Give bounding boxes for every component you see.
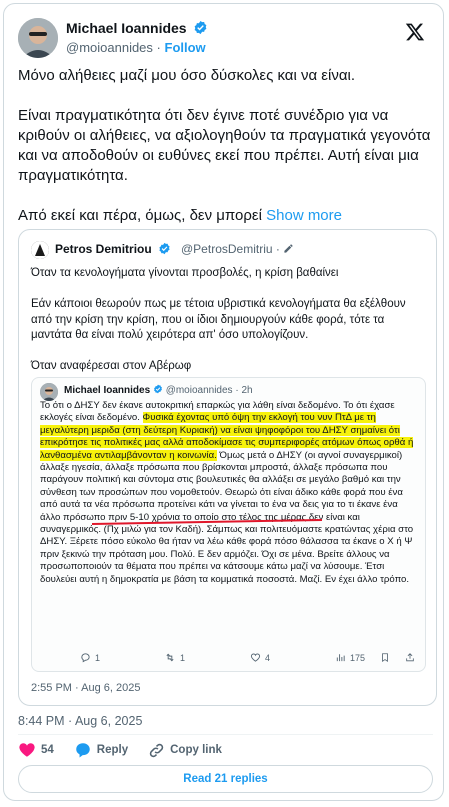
inner-author-name: Michael Ioannides [64,385,151,396]
author-handle-line: @moioannides · Follow [66,40,206,55]
inner-like-count: 4 [265,652,271,663]
inner-author-line: Michael Ioannides @moioannides · 2h [64,384,253,396]
tweet-card: Michael Ioannides @moioannides · Follow … [3,3,444,801]
quote-timestamp[interactable]: 2:55 PM · Aug 6, 2025 [31,682,140,694]
copy-link-label: Copy link [170,744,222,756]
inner-bookmark-action [380,652,390,663]
inner-like-action: 4 [250,652,270,663]
tweet-timestamp[interactable]: 8:44 PM · Aug 6, 2025 [18,714,142,728]
author-name-text[interactable]: Michael Ioannides [66,20,187,36]
author-name[interactable]: Michael Ioannides [66,20,208,36]
follow-button[interactable]: Follow [165,40,206,55]
quote-author-name-text[interactable]: Petros Demitriou [55,242,152,256]
inner-views-count: 175 [350,652,366,663]
inner-post-age: · 2h [235,385,253,396]
quoted-tweet[interactable]: Petros Demitriou @PetrosDemitriu · Όταν … [18,229,437,706]
heart-icon [250,653,261,662]
share-icon [406,653,414,662]
copy-link-button[interactable]: Copy link [148,742,222,759]
author-handle[interactable]: @moioannides [66,40,153,55]
show-more-link[interactable]: Show more [266,207,342,224]
tweet-paragraph: Μόνο αλήθειες μαζί μου όσο δύσκολες και … [18,67,355,84]
verified-badge-icon [195,20,207,35]
quote-paragraph: Εάν κάποιοι θεωρούν πως με τέτοια υβριστ… [31,298,406,341]
inner-reply-count: 1 [95,652,101,663]
reply-button[interactable]: Reply [74,741,128,759]
inner-share-action [405,652,415,663]
inner-repost-count: 1 [180,652,186,663]
heart-filled-icon [19,743,35,757]
bookmark-icon [382,653,388,663]
x-logo-icon[interactable] [405,22,425,42]
reply-filled-icon [76,743,90,758]
quote-paragraph: Όταν αναφέρεσαι στον Αβέρωφ [31,360,192,372]
inner-views-action: 175 [335,652,365,663]
inner-text-plain: Όμως μετά ο ΔΗΣΥ (οι αγνοί συναγερμικοί)… [40,449,414,585]
quote-author-name[interactable]: Petros Demitriou [55,242,171,256]
tweet-paragraph-truncated: Από εκεί και πέρα, όμως, δεν μπορεί Show… [18,186,433,226]
link-icon [149,743,164,757]
repost-icon [166,653,174,662]
verified-badge-icon [159,242,170,255]
tweet-body: Μόνο αλήθειες μαζί μου όσο δύσκολες και … [18,66,433,246]
reply-label: Reply [96,744,129,756]
tweet-paragraph: Είναι πραγματικότητα ότι δεν έγινε ποτέ … [18,107,431,184]
quote-paragraph: Όταν τα κενολογήματα γίνονται προσβολές,… [31,267,339,279]
author-avatar[interactable] [18,18,58,58]
inner-reply-action: 1 [80,652,100,663]
like-button[interactable]: 54 [18,741,54,759]
inner-repost-action: 1 [164,652,185,663]
quote-body: Όταν τα κενολογήματα γίνονται προσβολές,… [31,266,426,390]
quote-author-handle-line: @PetrosDemitriu · [181,242,294,256]
quote-author-avatar[interactable] [31,241,49,259]
tweet-truncated-text: Από εκεί και πέρα, όμως, δεν μπορεί [18,207,262,224]
quote-author-handle[interactable]: @PetrosDemitriu [181,242,273,256]
separator-dot: · [275,242,280,256]
inner-author-avatar [40,383,58,401]
separator-dot: · [156,40,161,55]
verified-badge-icon [154,384,162,394]
inner-text-highlight-underlined: αποδοκίμασε τις συμπεριφορές ατόμων [186,437,355,449]
engagement-bar: 54 Reply Copy link [18,741,242,759]
embedded-screenshot: Michael Ioannides @moioannides · 2h Το ό… [31,377,426,672]
divider [18,734,433,735]
reply-icon [81,653,90,663]
inner-author-handle: @moioannides [165,385,233,396]
edit-pencil-icon [284,244,293,253]
like-count: 54 [41,744,54,756]
views-chart-icon [336,654,345,662]
inner-body: Το ότι ο ΔΗΣΥ δεν έκανε αυτοκριτική επαρ… [40,400,420,586]
read-replies-button[interactable]: Read 21 replies [18,765,433,793]
